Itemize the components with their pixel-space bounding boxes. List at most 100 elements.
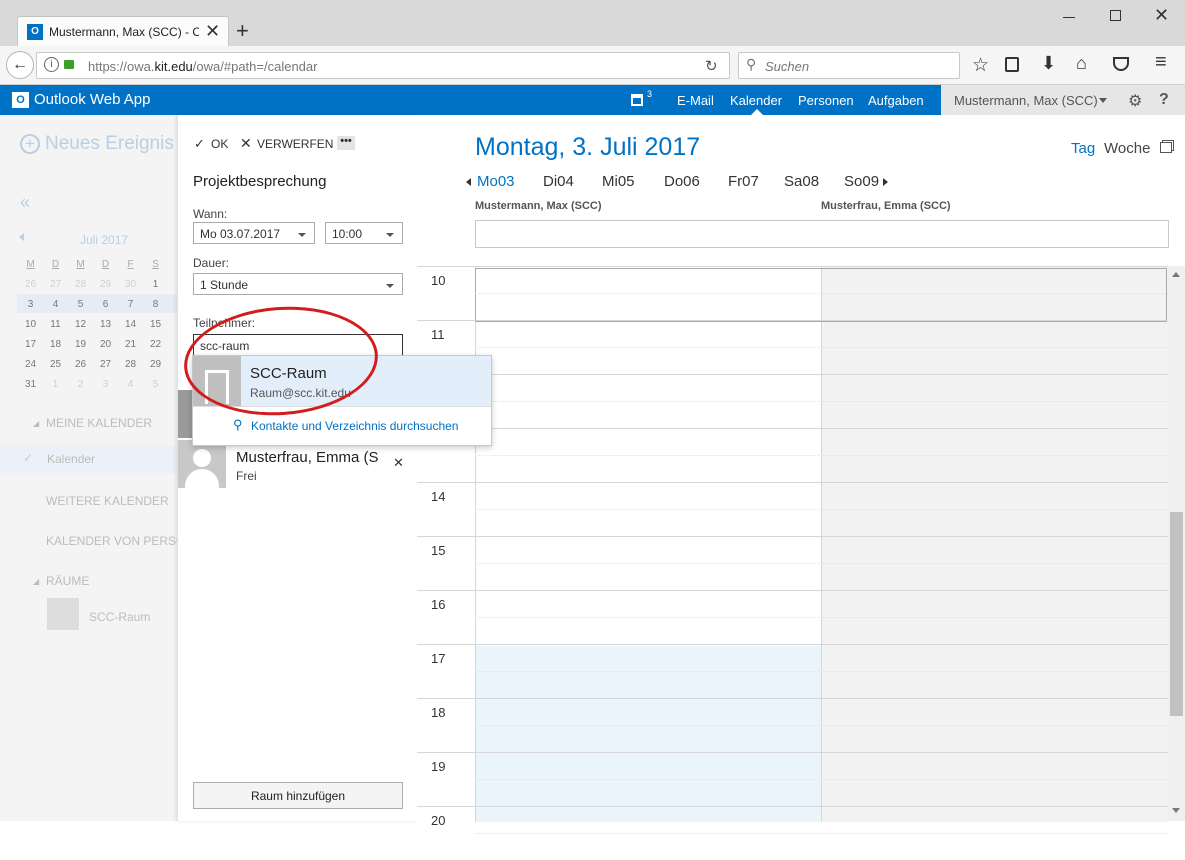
app-name[interactable]: Outlook Web App — [34, 91, 150, 108]
mini-day[interactable]: 14 — [122, 319, 139, 330]
discard-button[interactable]: VERWERFEN — [257, 137, 333, 151]
day-tab[interactable]: Mi05 — [602, 173, 635, 190]
mini-day[interactable]: 22 — [147, 339, 164, 350]
gear-icon[interactable]: ⚙ — [1128, 91, 1142, 111]
menu-icon[interactable]: ≡ — [1155, 51, 1167, 74]
mini-day[interactable]: 20 — [97, 339, 114, 350]
next-day-icon[interactable] — [883, 178, 888, 186]
download-icon[interactable]: ⬇ — [1041, 53, 1056, 74]
scroll-down-icon[interactable] — [1172, 808, 1180, 813]
calendar-notification-icon[interactable] — [631, 94, 643, 106]
mini-day[interactable]: 28 — [72, 279, 89, 290]
reader-list-icon[interactable] — [1005, 57, 1019, 72]
day-tab[interactable]: Di04 — [543, 173, 574, 190]
rooms-header[interactable]: RÄUME — [46, 574, 89, 588]
nav-tasks[interactable]: Aufgaben — [868, 93, 924, 108]
add-room-button[interactable]: Raum hinzufügen — [193, 782, 403, 809]
selected-slot[interactable] — [475, 268, 1167, 322]
mini-day[interactable]: 5 — [147, 379, 164, 390]
mini-day[interactable]: 4 — [47, 299, 64, 310]
prev-month-icon[interactable] — [19, 233, 24, 241]
mini-day[interactable]: 26 — [22, 279, 39, 290]
view-day-button[interactable]: Tag — [1071, 140, 1095, 157]
mini-day[interactable]: 24 — [22, 359, 39, 370]
popout-icon[interactable] — [1160, 142, 1172, 153]
mini-day[interactable]: 25 — [47, 359, 64, 370]
scrollbar[interactable] — [1168, 266, 1185, 821]
more-calendars-header[interactable]: WEITERE KALENDER — [46, 494, 169, 508]
mini-day[interactable]: 5 — [72, 299, 89, 310]
day-tab[interactable]: Fr07 — [728, 173, 759, 190]
people-calendars-header[interactable]: KALENDER VON PERSON — [46, 534, 194, 548]
day-tab[interactable]: So09 — [844, 173, 879, 190]
new-tab-icon[interactable]: + — [236, 18, 249, 44]
maximize-icon[interactable] — [1110, 10, 1121, 21]
nav-people[interactable]: Personen — [798, 93, 854, 108]
back-button[interactable]: ← — [6, 51, 34, 79]
duration-select[interactable]: 1 Stunde — [193, 273, 403, 295]
remove-attendee-icon[interactable]: ✕ — [393, 455, 404, 471]
mini-day[interactable]: 7 — [122, 299, 139, 310]
mini-day[interactable]: 19 — [72, 339, 89, 350]
mini-day[interactable]: 18 — [47, 339, 64, 350]
mini-day[interactable]: 29 — [97, 279, 114, 290]
room-calendar-item[interactable]: SCC-Raum — [89, 610, 150, 624]
mini-day[interactable]: 12 — [72, 319, 89, 330]
mini-day[interactable]: 21 — [122, 339, 139, 350]
mini-day[interactable]: 28 — [122, 359, 139, 370]
close-tab-icon[interactable]: ✕ — [205, 21, 220, 42]
column-emma[interactable] — [821, 267, 1168, 822]
plus-circle-icon[interactable]: + — [20, 134, 40, 154]
mini-day[interactable]: 15 — [147, 319, 164, 330]
info-icon[interactable]: i — [44, 57, 59, 72]
mini-day[interactable]: 31 — [22, 379, 39, 390]
more-options-icon[interactable]: ••• — [337, 136, 355, 150]
mini-day[interactable]: 10 — [22, 319, 39, 330]
user-menu[interactable]: Mustermann, Max (SCC) ⚙ ? — [941, 85, 1185, 115]
url-bar[interactable]: i https://owa.kit.edu/owa/#path=/calenda… — [36, 52, 730, 79]
mini-day[interactable]: 27 — [47, 279, 64, 290]
attendee-name[interactable]: Musterfrau, Emma (S — [236, 449, 379, 466]
collapse-icon[interactable]: « — [20, 192, 30, 213]
mini-day[interactable]: 13 — [97, 319, 114, 330]
scroll-thumb[interactable] — [1170, 512, 1183, 716]
event-title[interactable]: Projektbesprechung — [193, 173, 326, 190]
date-picker[interactable]: Mo 03.07.2017 — [193, 222, 315, 244]
mini-day[interactable]: 17 — [22, 339, 39, 350]
new-event-button[interactable]: Neues Ereignis — [45, 133, 174, 155]
mini-day[interactable]: 6 — [97, 299, 114, 310]
mini-day[interactable]: 1 — [147, 279, 164, 290]
mini-day[interactable]: 27 — [97, 359, 114, 370]
mini-day[interactable]: 4 — [122, 379, 139, 390]
scroll-up-icon[interactable] — [1172, 272, 1180, 277]
mini-day[interactable]: 3 — [22, 299, 39, 310]
day-tab[interactable]: Do06 — [664, 173, 700, 190]
browser-search-box[interactable]: ⚲ Suchen — [738, 52, 960, 79]
mini-day[interactable]: 11 — [47, 319, 64, 330]
mini-day[interactable]: 26 — [72, 359, 89, 370]
help-icon[interactable]: ? — [1159, 91, 1169, 109]
calendar-item[interactable]: Kalender — [47, 452, 95, 466]
home-icon[interactable]: ⌂ — [1076, 53, 1087, 74]
view-week-button[interactable]: Woche — [1104, 140, 1150, 157]
prev-day-icon[interactable] — [466, 178, 471, 186]
mini-day[interactable]: 3 — [97, 379, 114, 390]
browser-tab[interactable]: O Mustermann, Max (SCC) - O ✕ — [17, 16, 229, 47]
mini-day[interactable]: 8 — [147, 299, 164, 310]
mini-day[interactable]: 2 — [72, 379, 89, 390]
close-window-icon[interactable]: ✕ — [1154, 5, 1169, 26]
day-tab[interactable]: Sa08 — [784, 173, 819, 190]
nav-calendar[interactable]: Kalender — [730, 93, 782, 108]
minimize-icon[interactable] — [1063, 17, 1075, 18]
nav-email[interactable]: E-Mail — [677, 93, 714, 108]
all-day-row[interactable] — [475, 220, 1169, 248]
mini-day[interactable]: 1 — [47, 379, 64, 390]
mini-day[interactable]: 30 — [122, 279, 139, 290]
my-calendars-header[interactable]: MEINE KALENDER — [46, 416, 152, 430]
ok-button[interactable]: OK — [211, 137, 228, 151]
search-directory-link[interactable]: Kontakte und Verzeichnis durchsuchen — [251, 419, 458, 433]
bookmark-star-icon[interactable]: ☆ — [972, 54, 989, 77]
mini-day[interactable]: 29 — [147, 359, 164, 370]
day-tab[interactable]: Mo03 — [477, 173, 515, 190]
time-picker[interactable]: 10:00 — [325, 222, 403, 244]
